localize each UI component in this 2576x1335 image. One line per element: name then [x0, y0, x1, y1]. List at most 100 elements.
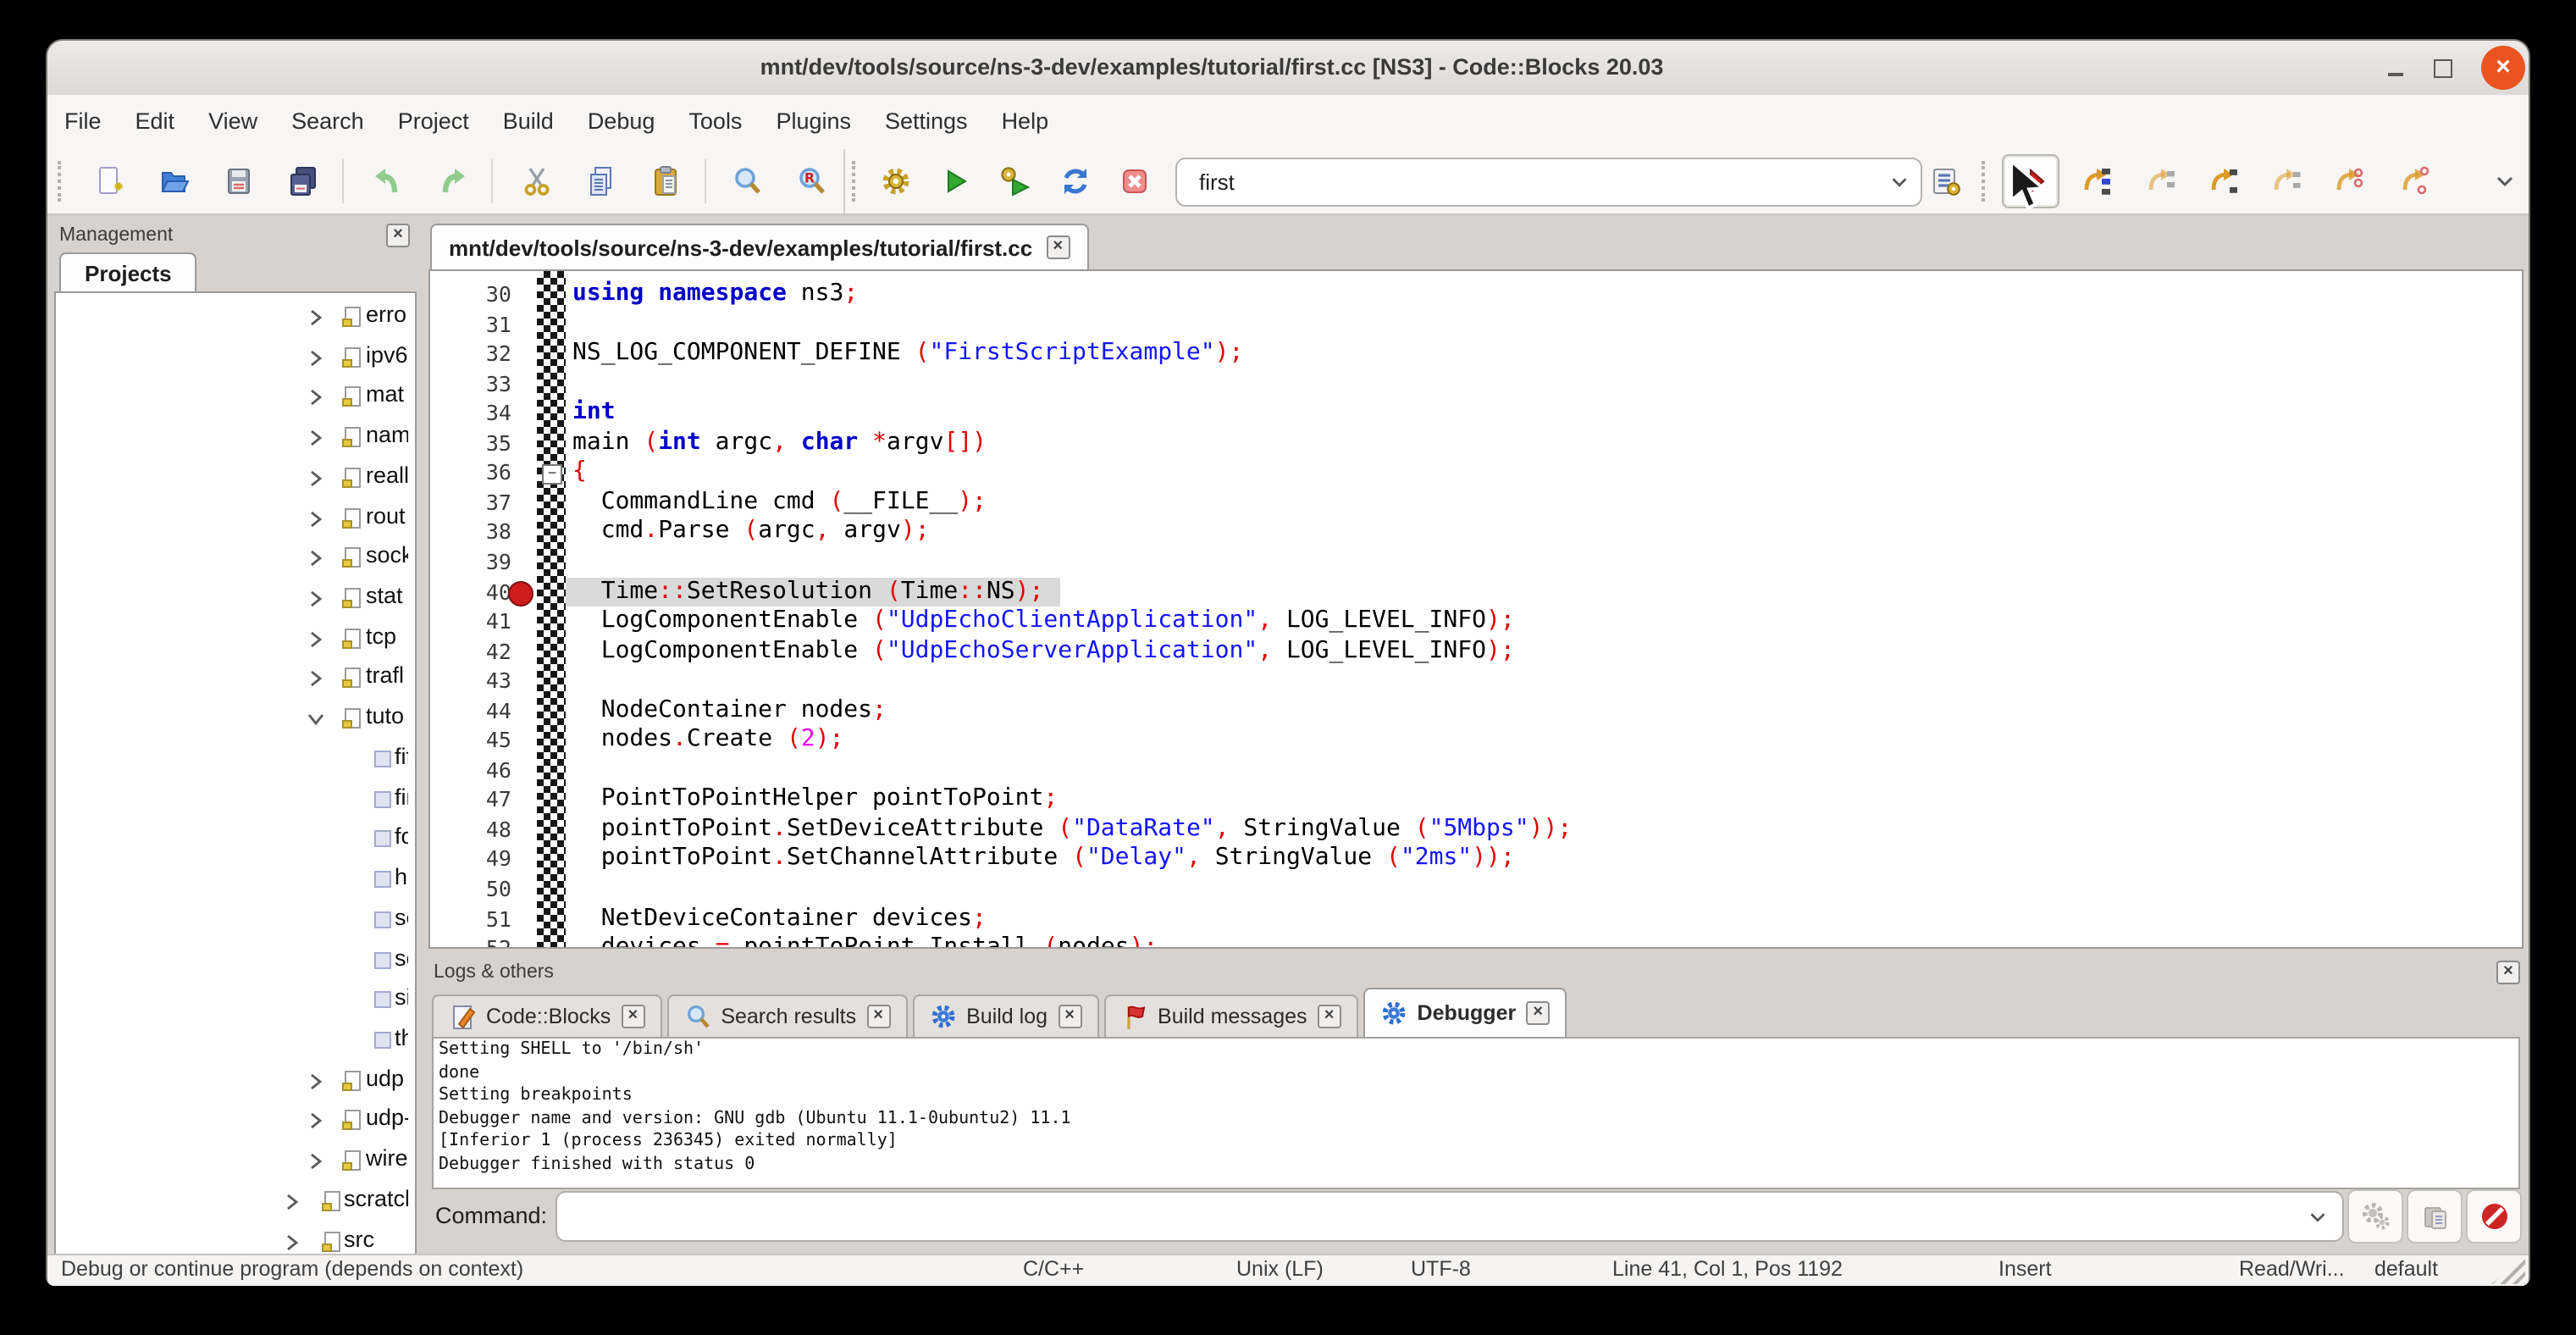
copy-button[interactable]: [579, 159, 623, 203]
project-tree[interactable]: erroipv6matnamreallroutsockstattcptraflt…: [54, 291, 417, 1257]
code-line-30[interactable]: 30using namespace ns3;: [430, 280, 2522, 310]
code-line-49[interactable]: 49 pointToPoint.SetChannelAttribute ("De…: [430, 845, 2522, 875]
code-line-52[interactable]: 52 devices = pointToPoint.Install (nodes…: [430, 933, 2522, 949]
line-number[interactable]: 50: [430, 876, 511, 901]
tree-item-he[interactable]: he: [56, 861, 415, 900]
tree-item-sock[interactable]: sock: [56, 540, 415, 579]
logs-tab-build-log[interactable]: Build log×: [912, 994, 1098, 1037]
code-line-31[interactable]: 31: [430, 309, 2522, 340]
menu-view[interactable]: View: [191, 95, 274, 149]
tree-item-six[interactable]: six: [56, 981, 415, 1020]
logs-tab-search-results[interactable]: Search results×: [666, 994, 907, 1037]
tab-close-icon[interactable]: ×: [866, 1005, 890, 1028]
debugger-output[interactable]: Setting SHELL to '/bin/sh'doneSetting br…: [432, 1037, 2520, 1189]
save-file-button[interactable]: [217, 159, 261, 203]
code-line-48[interactable]: 48 pointToPoint.SetDeviceAttribute ("Dat…: [430, 815, 2522, 845]
tree-item-tuto[interactable]: tuto: [56, 700, 415, 739]
line-number[interactable]: 49: [430, 846, 511, 872]
horizontal-splitter[interactable]: [428, 949, 2523, 961]
stop-debugger-button[interactable]: [2466, 1189, 2522, 1244]
find-button[interactable]: [725, 159, 769, 203]
undo-button[interactable]: [366, 159, 410, 203]
code-line-43[interactable]: 43: [430, 666, 2522, 696]
run-to-cursor-button[interactable]: [2075, 159, 2119, 203]
tree-item-fif[interactable]: fif: [56, 740, 415, 779]
tree-item-nam[interactable]: nam: [56, 418, 415, 457]
step-into-instruction-button[interactable]: [2393, 159, 2437, 203]
chevron-right-icon[interactable]: [307, 308, 325, 327]
code-line-42[interactable]: 42 LogComponentEnable ("UdpEchoServerApp…: [430, 636, 2522, 667]
new-file-button[interactable]: [88, 159, 132, 203]
build-options-button[interactable]: [1924, 159, 1968, 203]
chevron-right-icon[interactable]: [307, 509, 325, 528]
code-line-51[interactable]: 51 NetDeviceContainer devices;: [430, 904, 2522, 934]
next-line-button[interactable]: [2139, 159, 2183, 203]
minimize-button[interactable]: [2381, 54, 2408, 81]
build-button[interactable]: [874, 159, 918, 203]
code-line-44[interactable]: 44 NodeContainer nodes;: [430, 695, 2522, 726]
menu-file[interactable]: File: [47, 95, 119, 149]
menu-project[interactable]: Project: [381, 95, 486, 149]
tree-item-fir[interactable]: fir: [56, 780, 415, 819]
tree-item-th[interactable]: th: [56, 1022, 415, 1061]
line-number[interactable]: 38: [430, 519, 511, 545]
build-and-run-button[interactable]: [992, 159, 1036, 203]
copy-log-button[interactable]: [2407, 1189, 2463, 1244]
debug-settings-button[interactable]: [2347, 1189, 2403, 1244]
tree-item-erro[interactable]: erro: [56, 298, 415, 337]
run-button[interactable]: [933, 159, 977, 203]
code-line-33[interactable]: 33: [430, 368, 2522, 399]
line-number[interactable]: 36: [430, 460, 511, 485]
tree-item-ipv6[interactable]: ipv6: [56, 338, 415, 377]
code-line-46[interactable]: 46: [430, 756, 2522, 786]
line-number[interactable]: 31: [430, 311, 511, 336]
logs-tab-debugger[interactable]: Debugger×: [1363, 988, 1567, 1037]
fold-marker-icon[interactable]: −: [542, 465, 562, 485]
code-line-37[interactable]: 37 CommandLine cmd (__FILE__);: [430, 488, 2522, 518]
line-number[interactable]: 35: [430, 430, 511, 456]
tree-item-fo[interactable]: fo: [56, 821, 415, 860]
chevron-right-icon[interactable]: [307, 630, 325, 649]
menu-settings[interactable]: Settings: [868, 95, 985, 149]
toolbar-grip[interactable]: [58, 161, 66, 202]
line-number[interactable]: 33: [430, 370, 511, 396]
build-target-combo[interactable]: first: [1175, 158, 1922, 207]
toolbar-grip[interactable]: [852, 161, 860, 202]
next-instruction-button[interactable]: [2327, 159, 2371, 203]
rebuild-button[interactable]: [1053, 159, 1097, 203]
tab-close-icon[interactable]: ×: [1318, 1005, 1341, 1028]
line-number[interactable]: 37: [430, 490, 511, 515]
chevron-right-icon[interactable]: [307, 590, 325, 608]
debug-continue-button[interactable]: [2002, 154, 2059, 208]
code-line-34[interactable]: 34int: [430, 398, 2522, 429]
save-all-button[interactable]: [281, 159, 325, 203]
tree-item-wire[interactable]: wire: [56, 1142, 415, 1181]
code-line-50[interactable]: 50: [430, 874, 2522, 905]
open-file-button[interactable]: [152, 159, 196, 203]
tab-close-icon[interactable]: ×: [621, 1005, 644, 1028]
chevron-right-icon[interactable]: [307, 348, 325, 367]
step-into-button[interactable]: [2202, 159, 2246, 203]
chevron-right-icon[interactable]: [307, 1152, 325, 1171]
chevron-right-icon[interactable]: [307, 1112, 325, 1131]
menu-debug[interactable]: Debug: [571, 95, 672, 149]
line-number[interactable]: 52: [430, 935, 511, 949]
tree-item-se[interactable]: se: [56, 901, 415, 940]
chevron-right-icon[interactable]: [307, 469, 325, 488]
cut-button[interactable]: [515, 159, 559, 203]
chevron-down-icon[interactable]: [1877, 169, 1921, 195]
tree-item-rout[interactable]: rout: [56, 499, 415, 538]
code-line-38[interactable]: 38 cmd.Parse (argc, argv);: [430, 518, 2522, 548]
paste-button[interactable]: [644, 159, 688, 203]
tab-close-icon[interactable]: ×: [1058, 1005, 1081, 1028]
line-number[interactable]: 51: [430, 906, 511, 931]
line-number[interactable]: 43: [430, 668, 511, 693]
line-number[interactable]: 45: [430, 728, 511, 753]
breakpoint-icon[interactable]: [508, 580, 533, 606]
code-line-32[interactable]: 32NS_LOG_COMPONENT_DEFINE ("FirstScriptE…: [430, 339, 2522, 369]
abort-build-button[interactable]: [1113, 159, 1157, 203]
replace-button[interactable]: R: [789, 159, 833, 203]
redo-button[interactable]: [430, 159, 474, 203]
line-number[interactable]: 30: [430, 281, 511, 307]
tree-item-stat[interactable]: stat: [56, 579, 415, 618]
